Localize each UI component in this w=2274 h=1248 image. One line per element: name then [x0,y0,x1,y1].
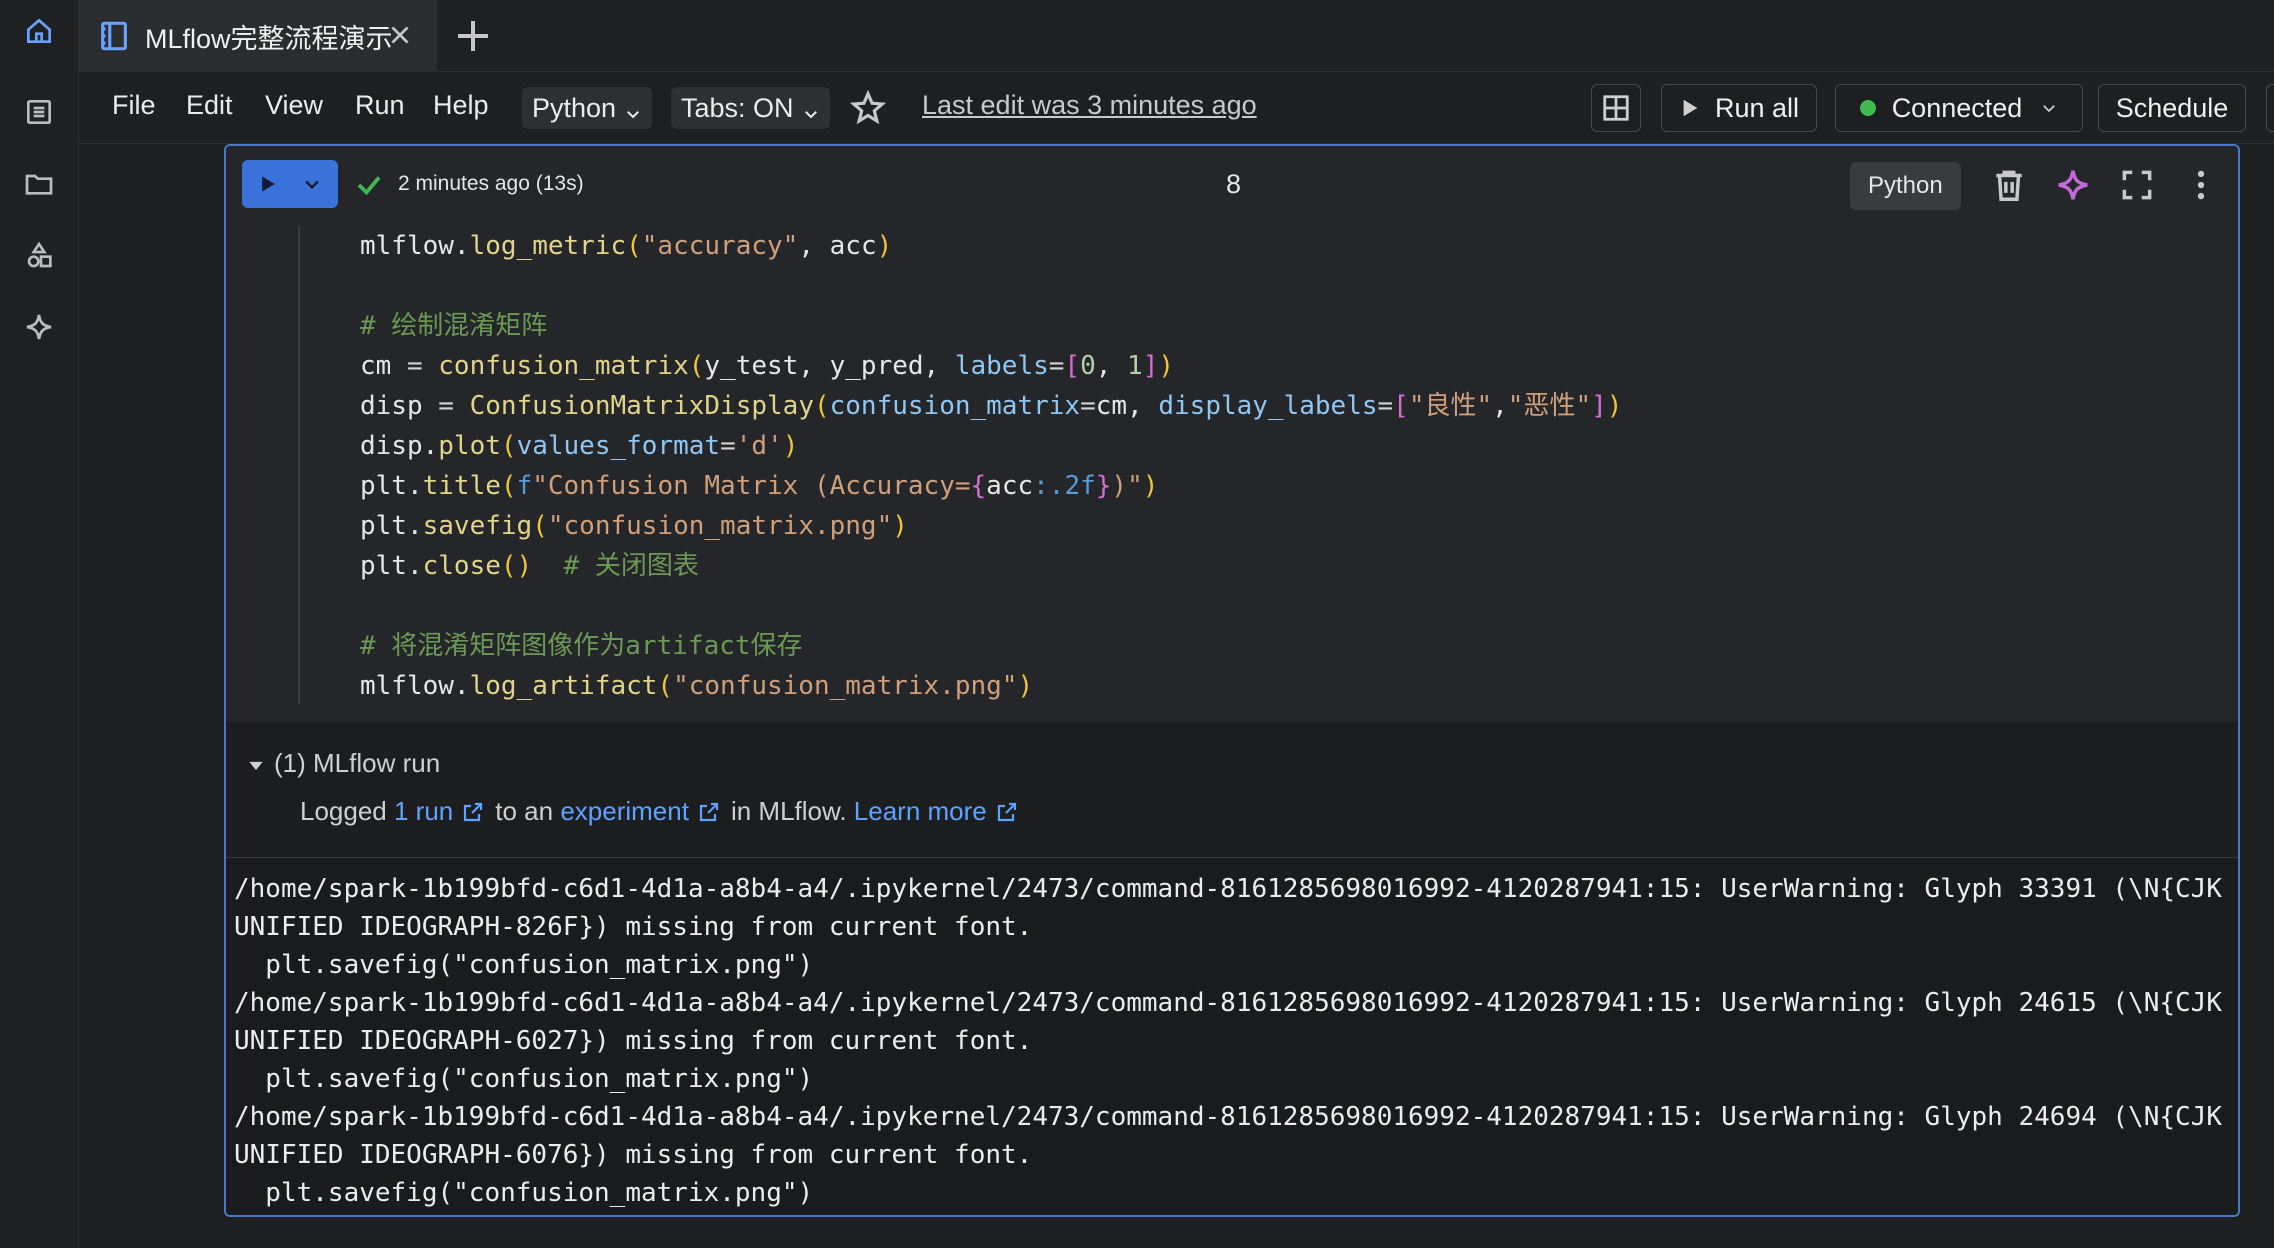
play-icon [258,174,278,199]
add-tab-icon[interactable] [453,16,493,56]
execution-count: 8 [1226,169,1242,199]
connected-status-dot [1859,100,1876,116]
layout-icon [1603,95,1629,121]
external-link-icon [461,800,485,824]
code-cell[interactable]: 2 minutes ago (13s) 8 Python mlflow.log_… [224,144,2240,1217]
code-line: mlflow.log_metric("accuracy", acc) [360,231,893,261]
code-line: # 将混淆矩阵图像作为artifact保存 [360,631,803,661]
code-editor[interactable]: mlflow.log_metric("accuracy", acc) # 绘制混… [226,226,2238,722]
external-link-icon [995,800,1019,824]
schedule-button[interactable]: Schedule [2098,84,2246,132]
left-rail [0,0,79,1248]
chevron-down-icon [2043,105,2056,113]
experiment-link[interactable]: experiment [560,796,689,827]
star-icon[interactable] [849,89,887,127]
run-link[interactable]: 1 run [394,796,453,827]
code-content: mlflow.log_metric("accuracy", acc) # 绘制混… [360,226,1622,706]
compute-status-button[interactable]: Connected [1835,84,2083,132]
connected-label: Connected [1891,92,2023,123]
run-cell-button[interactable] [242,160,338,208]
run-all-button[interactable]: Run all [1661,84,1817,132]
notebook-icon [97,19,131,53]
layout-button[interactable] [1591,84,1641,132]
menu-bar: File Edit View Run Help Python Tabs: ON … [79,72,2274,144]
menu-help[interactable]: Help [433,90,489,121]
trash-icon[interactable] [1990,166,2028,204]
tabs-dropdown[interactable]: Tabs: ON [671,87,830,129]
chevron-down-icon [624,99,642,119]
menu-run[interactable]: Run [355,90,405,121]
to-an-text: to an [495,796,554,826]
cell-toolbar: 2 minutes ago (13s) 8 Python [226,146,2238,226]
ai-assistant-icon[interactable] [2054,166,2092,204]
menu-file[interactable]: File [112,90,156,121]
shapes-icon[interactable] [20,237,58,275]
code-line: disp.plot(values_format='d') [360,431,799,461]
workspace-list-icon[interactable] [20,93,58,131]
tab-title: MLflow完整流程演示 [145,23,393,54]
code-line: plt.title(f"Confusion Matrix (Accuracy={… [360,471,1159,501]
menu-view[interactable]: View [265,90,323,121]
home-icon[interactable] [20,12,58,50]
code-line: disp = ConfusionMatrixDisplay(confusion_… [360,391,1623,421]
cell-language-badge[interactable]: Python [1850,162,1961,210]
fullscreen-icon[interactable] [2118,166,2156,204]
chevron-down-icon [802,99,820,119]
cell-output: /home/spark-1b199bfd-c6d1-4d1a-a8b4-a4/.… [226,858,2238,1215]
folder-icon[interactable] [20,165,58,203]
play-icon [1683,99,1698,117]
tab-bar: MLflow完整流程演示 [79,0,2274,72]
code-line: plt.close() # 关闭图表 [360,551,699,581]
output-text: /home/spark-1b199bfd-c6d1-4d1a-a8b4-a4/.… [234,874,2222,1208]
code-line: plt.savefig("confusion_matrix.png") [360,511,908,541]
cell-run-status: 2 minutes ago (13s) [398,172,584,195]
check-icon [354,170,384,200]
external-link-icon [697,800,721,824]
close-icon[interactable] [387,22,413,48]
sparkle-icon[interactable] [20,308,58,346]
code-line: mlflow.log_artifact("confusion_matrix.pn… [360,671,1034,701]
mlflow-run-panel: (1) MLflow run Logged 1 run to an experi… [226,722,2238,858]
overflow-button-edge[interactable] [2266,84,2274,132]
tabs-label: Tabs: ON [681,92,794,123]
mlflow-run-summary: Logged 1 run to an experiment in MLflow.… [300,796,1029,827]
code-line: # 绘制混淆矩阵 [360,311,548,341]
run-all-label: Run all [1714,92,1800,123]
tab-notebook[interactable]: MLflow完整流程演示 [79,0,437,72]
more-options-icon[interactable] [2182,166,2220,204]
mlflow-run-title[interactable]: (1) MLflow run [274,748,440,779]
logged-text: Logged [300,796,387,826]
last-edit-link[interactable]: Last edit was 3 minutes ago [922,90,1257,121]
language-dropdown[interactable]: Python [522,87,653,129]
menu-edit[interactable]: Edit [186,90,233,121]
language-label: Python [532,92,617,123]
schedule-label: Schedule [2115,92,2229,123]
code-line: cm = confusion_matrix(y_test, y_pred, la… [360,351,1175,381]
in-mlflow-text: in MLflow. [730,796,847,826]
indent-guide [298,226,300,704]
learn-more-link[interactable]: Learn more [854,796,987,827]
chevron-down-icon[interactable] [302,174,322,199]
caret-down-icon[interactable] [246,756,266,776]
